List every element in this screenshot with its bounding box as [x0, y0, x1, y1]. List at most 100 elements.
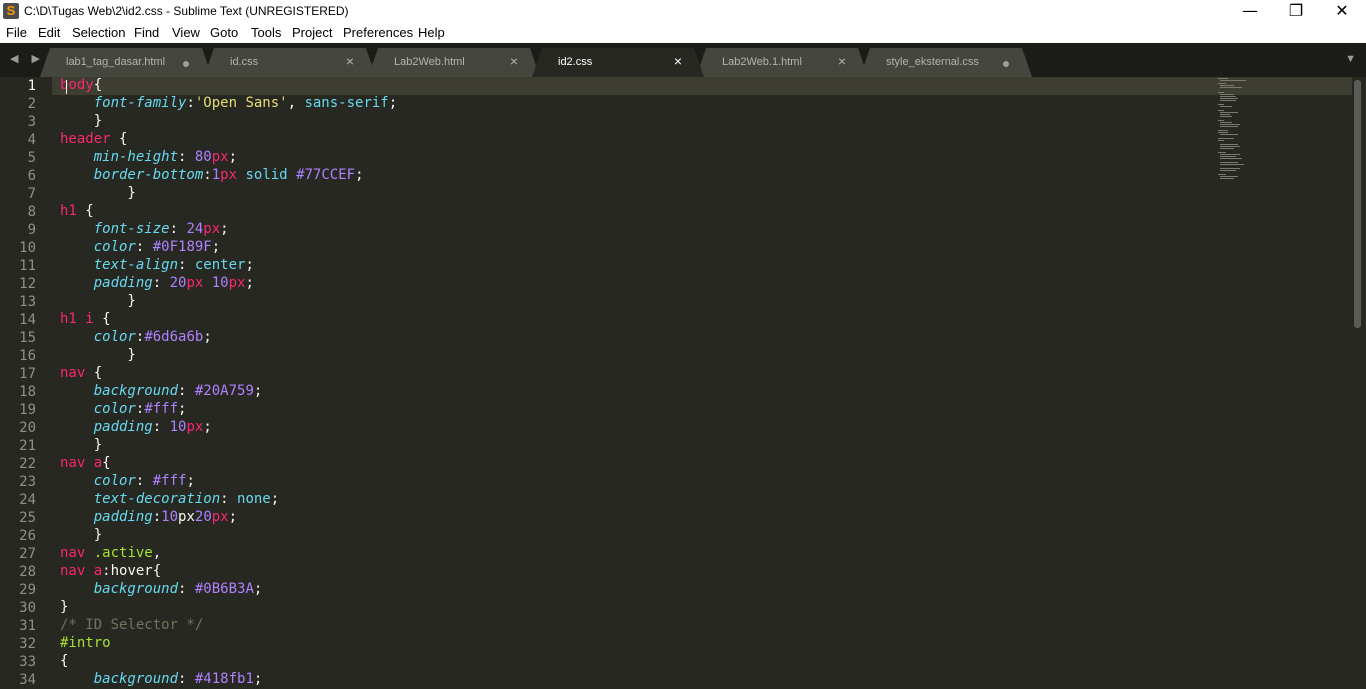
code-line[interactable]: nav .active,	[60, 545, 161, 563]
line-number[interactable]: 26	[0, 527, 36, 545]
tab-id-css[interactable]: id.css ×	[204, 48, 376, 77]
code-line[interactable]: }	[60, 347, 135, 365]
line-number[interactable]: 27	[0, 545, 36, 563]
tab-id2-css[interactable]: id2.css ×	[532, 48, 704, 77]
code-line[interactable]: color: #0F189F;	[60, 239, 220, 257]
tab-lab2web-html[interactable]: Lab2Web.html ×	[368, 48, 540, 77]
code-line[interactable]: nav {	[60, 365, 102, 383]
code-line[interactable]: padding:10px20px;	[60, 509, 237, 527]
code-line[interactable]: background: #418fb1;	[60, 671, 263, 689]
code-line[interactable]: }	[60, 437, 102, 455]
menu-find[interactable]: Find	[134, 25, 159, 40]
unsaved-dot-icon[interactable]	[183, 61, 189, 67]
line-number[interactable]: 19	[0, 401, 36, 419]
tab-close-icon[interactable]: ×	[674, 53, 682, 69]
tab-close-icon[interactable]: ×	[346, 53, 354, 69]
menu-project[interactable]: Project	[292, 25, 332, 40]
code-line[interactable]: {	[60, 653, 68, 671]
line-number[interactable]: 24	[0, 491, 36, 509]
code-line[interactable]: font-family:'Open Sans', sans-serif;	[60, 95, 397, 113]
line-number[interactable]: 12	[0, 275, 36, 293]
vertical-scrollbar[interactable]	[1354, 80, 1361, 328]
line-number[interactable]: 3	[0, 113, 36, 131]
code-token: {	[85, 365, 103, 381]
line-number[interactable]: 30	[0, 599, 36, 617]
tab-style-eksternal-css[interactable]: style_eksternal.css	[860, 48, 1032, 77]
code-line[interactable]: }	[60, 599, 68, 617]
minimap[interactable]	[1218, 78, 1258, 188]
tab-close-icon[interactable]: ×	[510, 53, 518, 69]
line-number[interactable]: 31	[0, 617, 36, 635]
line-number[interactable]: 2	[0, 95, 36, 113]
menu-file[interactable]: File	[6, 25, 27, 40]
line-number[interactable]: 15	[0, 329, 36, 347]
line-number[interactable]: 16	[0, 347, 36, 365]
line-number[interactable]: 7	[0, 185, 36, 203]
code-token: ;	[270, 491, 280, 507]
line-number[interactable]: 33	[0, 653, 36, 671]
close-button[interactable]: ✕	[1319, 0, 1365, 23]
line-number[interactable]: 23	[0, 473, 36, 491]
line-number[interactable]: 29	[0, 581, 36, 599]
code-line[interactable]: #intro	[60, 635, 111, 653]
minimize-button[interactable]: —	[1227, 0, 1273, 23]
line-number[interactable]: 14	[0, 311, 36, 329]
line-number[interactable]: 34	[0, 671, 36, 689]
code-line[interactable]: /* ID Selector */	[60, 617, 203, 635]
tab-list-dropdown-icon[interactable]: ▼	[1345, 53, 1356, 65]
code-line[interactable]: color:#6d6a6b;	[60, 329, 212, 347]
menu-tools[interactable]: Tools	[251, 25, 281, 40]
code-line[interactable]: background: #0B6B3A;	[60, 581, 263, 599]
menu-help[interactable]: Help	[418, 25, 445, 40]
code-line[interactable]: text-align: center;	[60, 257, 254, 275]
line-number[interactable]: 1	[0, 77, 36, 95]
maximize-button[interactable]: ❐	[1273, 0, 1319, 23]
code-line[interactable]: background: #20A759;	[60, 383, 263, 401]
line-number[interactable]: 17	[0, 365, 36, 383]
code-line[interactable]: }	[60, 527, 102, 545]
code-line[interactable]: }	[60, 185, 135, 203]
line-number[interactable]: 6	[0, 167, 36, 185]
menu-selection[interactable]: Selection	[72, 25, 125, 40]
code-line[interactable]: nav a:hover{	[60, 563, 161, 581]
menu-view[interactable]: View	[172, 25, 200, 40]
code-line[interactable]: text-decoration: none;	[60, 491, 279, 509]
line-number[interactable]: 22	[0, 455, 36, 473]
line-number[interactable]: 11	[0, 257, 36, 275]
code-line[interactable]: h1 {	[60, 203, 94, 221]
code-editor[interactable]: body{ font-family:'Open Sans', sans-seri…	[60, 77, 1210, 687]
code-line[interactable]: }	[60, 113, 102, 131]
line-number[interactable]: 18	[0, 383, 36, 401]
tab-close-icon[interactable]: ×	[838, 53, 846, 69]
line-number[interactable]: 20	[0, 419, 36, 437]
line-number[interactable]: 13	[0, 293, 36, 311]
code-line[interactable]: nav a{	[60, 455, 111, 473]
code-line[interactable]: font-size: 24px;	[60, 221, 229, 239]
code-token: /* ID Selector */	[60, 617, 204, 633]
code-line[interactable]: h1 i {	[60, 311, 111, 329]
code-line[interactable]: header {	[60, 131, 127, 149]
menu-goto[interactable]: Goto	[210, 25, 238, 40]
tab-lab2web-1-html[interactable]: Lab2Web.1.html ×	[696, 48, 868, 77]
code-line[interactable]: padding: 10px;	[60, 419, 212, 437]
code-line[interactable]: min-height: 80px;	[60, 149, 237, 167]
line-number[interactable]: 25	[0, 509, 36, 527]
code-line[interactable]: border-bottom:1px solid #77CCEF;	[60, 167, 364, 185]
line-number[interactable]: 4	[0, 131, 36, 149]
line-number[interactable]: 21	[0, 437, 36, 455]
code-line[interactable]: color: #fff;	[60, 473, 195, 491]
line-number[interactable]: 10	[0, 239, 36, 257]
line-number[interactable]: 32	[0, 635, 36, 653]
code-line[interactable]: color:#fff;	[60, 401, 187, 419]
unsaved-dot-icon[interactable]	[1003, 61, 1009, 67]
menu-edit[interactable]: Edit	[38, 25, 60, 40]
menu-preferences[interactable]: Preferences	[343, 25, 413, 40]
line-number[interactable]: 28	[0, 563, 36, 581]
tab-nav-arrows-icon[interactable]: ◀ ▶	[10, 52, 45, 65]
code-line[interactable]: padding: 20px 10px;	[60, 275, 254, 293]
line-number[interactable]: 5	[0, 149, 36, 167]
line-number[interactable]: 9	[0, 221, 36, 239]
code-line[interactable]: }	[60, 293, 135, 311]
line-number[interactable]: 8	[0, 203, 36, 221]
tab-lab1-tag-dasar[interactable]: lab1_tag_dasar.html	[40, 48, 212, 77]
